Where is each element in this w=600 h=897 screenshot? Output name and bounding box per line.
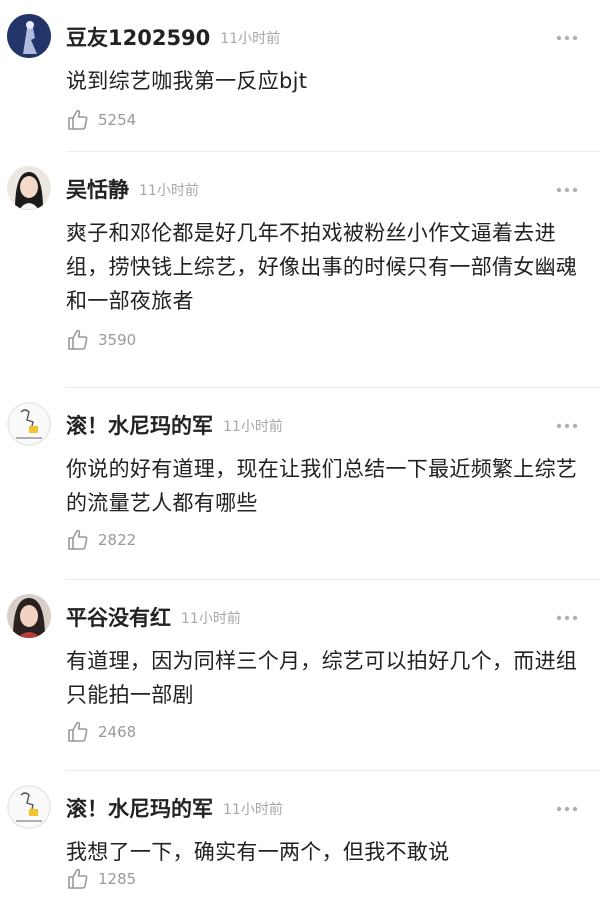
like-button[interactable]: 2468 xyxy=(66,720,136,744)
username[interactable]: 豆友1202590 11小时前 xyxy=(66,24,280,53)
like-count: 2468 xyxy=(98,723,137,741)
timestamp: 11小时前 xyxy=(139,183,199,199)
avatar[interactable] xyxy=(7,166,51,210)
more-dots-icon[interactable] xyxy=(556,34,578,42)
thumbs-up-icon xyxy=(68,329,88,350)
like-count: 5254 xyxy=(98,111,137,129)
like-count: 3590 xyxy=(98,331,137,349)
thumbs-up-icon xyxy=(68,109,88,130)
comment-list: 豆友1202590 11小时前 说到综艺咖我第一反应bjt 5254 吴恬静 11小 xyxy=(0,0,600,897)
avatar[interactable] xyxy=(7,14,51,58)
username-text[interactable]: 豆友1202590 xyxy=(66,26,210,50)
username[interactable]: 吴恬静 11小时前 xyxy=(66,176,199,205)
like-count: 1285 xyxy=(98,870,137,888)
comment-text: 爽子和邓伦都是好几年不拍戏被粉丝小作文逼着去进组，捞快钱上综艺，好像出事的时候只… xyxy=(66,221,578,313)
comment-item: 吴恬静 11小时前 爽子和邓伦都是好几年不拍戏被粉丝小作文逼着去进组，捞快钱上综艺… xyxy=(0,152,600,388)
timestamp: 11小时前 xyxy=(223,419,283,435)
thumbs-up-icon xyxy=(68,868,88,889)
username[interactable]: 滚！水尼玛的军 11小时前 xyxy=(66,412,283,441)
comment-item: 豆友1202590 11小时前 说到综艺咖我第一反应bjt 5254 xyxy=(0,0,600,152)
more-dots-icon[interactable] xyxy=(556,805,578,813)
like-button[interactable]: 2822 xyxy=(66,528,136,552)
avatar[interactable] xyxy=(7,402,51,446)
avatar[interactable] xyxy=(7,785,51,829)
like-button[interactable]: 5254 xyxy=(66,108,136,132)
like-button[interactable]: 3590 xyxy=(66,328,136,352)
thumbs-up-icon xyxy=(68,721,88,742)
username-text[interactable]: 吴恬静 xyxy=(66,178,129,202)
username-text[interactable]: 滚！水尼玛的军 xyxy=(66,797,213,821)
timestamp: 11小时前 xyxy=(220,31,281,47)
like-button[interactable]: 1285 xyxy=(66,867,136,891)
avatar[interactable] xyxy=(7,594,51,638)
comment-text: 我想了一下，确实有一两个，但我不敢说 xyxy=(66,840,450,864)
comment-item: 滚！水尼玛的军 11小时前 你说的好有道理，现在让我们总结一下最近频繁上综艺的流量… xyxy=(0,388,600,580)
timestamp: 11小时前 xyxy=(223,802,283,818)
username-text[interactable]: 滚！水尼玛的军 xyxy=(66,414,213,438)
username[interactable]: 滚！水尼玛的军 11小时前 xyxy=(66,795,283,824)
username-text[interactable]: 平谷没有红 xyxy=(66,606,171,630)
comment-item: 平谷没有红 11小时前 有道理，因为同样三个月，综艺可以拍好几个，而进组只能拍一部… xyxy=(0,580,600,771)
comment-text: 你说的好有道理，现在让我们总结一下最近频繁上综艺的流量艺人都有哪些 xyxy=(66,457,578,515)
username[interactable]: 平谷没有红 11小时前 xyxy=(66,604,241,633)
comment-item: 滚！水尼玛的军 11小时前 我想了一下，确实有一两个，但我不敢说 1285 xyxy=(0,771,600,897)
comment-text: 说到综艺咖我第一反应bjt xyxy=(66,69,308,93)
thumbs-up-icon xyxy=(68,529,88,550)
timestamp: 11小时前 xyxy=(181,611,241,627)
more-dots-icon[interactable] xyxy=(556,186,578,194)
comment-text: 有道理，因为同样三个月，综艺可以拍好几个，而进组只能拍一部剧 xyxy=(66,649,578,707)
more-dots-icon[interactable] xyxy=(556,614,578,622)
like-count: 2822 xyxy=(98,531,137,549)
more-dots-icon[interactable] xyxy=(556,422,578,430)
